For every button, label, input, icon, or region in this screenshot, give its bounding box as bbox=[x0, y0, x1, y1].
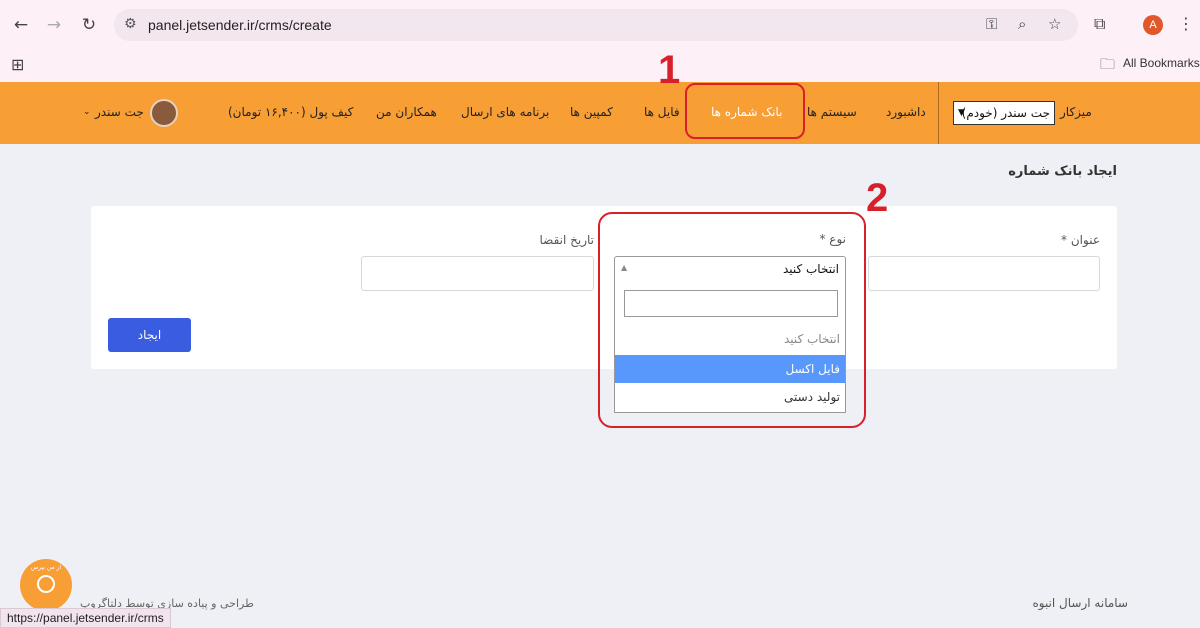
browser-toolbar: ← → ↻ ⚙ panel.jetsender.ir/crms/create ⚿… bbox=[0, 0, 1200, 50]
expiry-field-label: تاریخ انقضا bbox=[539, 233, 595, 247]
annotation-number-2: 2 bbox=[866, 176, 889, 220]
support-label: از من بپرس bbox=[30, 564, 62, 571]
back-arrow-icon[interactable]: ← bbox=[10, 14, 32, 36]
status-bar-url: https://panel.jetsender.ir/crms bbox=[0, 608, 171, 628]
forward-arrow-icon[interactable]: → bbox=[43, 14, 65, 36]
nav-send-schedules[interactable]: برنامه های ارسال bbox=[461, 105, 549, 119]
support-chat-button[interactable]: از من بپرس bbox=[20, 559, 72, 611]
nav-dashboard[interactable]: داشبورد bbox=[886, 105, 926, 119]
reload-icon[interactable]: ↻ bbox=[78, 14, 100, 36]
apps-grid-icon[interactable]: ⊞ bbox=[11, 55, 24, 74]
nav-systems[interactable]: سیستم ها bbox=[807, 105, 857, 119]
user-chevron-down-icon[interactable]: ⌄ bbox=[83, 107, 91, 117]
folder-icon[interactable]: 🗀 bbox=[1100, 54, 1115, 79]
annotation-box-1 bbox=[685, 83, 805, 139]
url-text[interactable]: panel.jetsender.ir/crms/create bbox=[148, 17, 332, 33]
avatar[interactable] bbox=[150, 99, 178, 127]
site-settings-icon[interactable]: ⚙ bbox=[124, 16, 137, 32]
address-bar[interactable]: ⚙ panel.jetsender.ir/crms/create ⚿ ⌕ ☆ bbox=[114, 9, 1078, 41]
all-bookmarks-link[interactable]: All Bookmarks bbox=[1123, 56, 1200, 70]
annotation-box-2 bbox=[598, 212, 866, 428]
chevron-down-icon: ▼ bbox=[958, 108, 965, 118]
expiry-date-input[interactable] bbox=[361, 256, 594, 291]
page-title: ایجاد بانک شماره bbox=[1008, 164, 1117, 179]
password-key-icon[interactable]: ⚿ bbox=[986, 15, 997, 33]
brand-label[interactable]: میزکار bbox=[1060, 105, 1092, 119]
nav-wallet[interactable]: کیف پول (۱۶,۴۰۰ تومان) bbox=[228, 105, 353, 119]
account-select-value: جت سندر (خودم) bbox=[961, 106, 1050, 120]
create-button[interactable]: ایجاد bbox=[108, 318, 191, 352]
browser-menu-icon[interactable]: ⋮ bbox=[1178, 14, 1194, 33]
title-field-label: عنوان * bbox=[1061, 233, 1100, 247]
footer-site-name: سامانه ارسال انبوه bbox=[1032, 596, 1128, 610]
bookmarks-bar: ⊞ 🗀 All Bookmarks bbox=[0, 50, 1200, 82]
app-header: میزکار ▼ جت سندر (خودم) داشبورد سیستم ها… bbox=[0, 82, 1200, 144]
bookmark-star-icon[interactable]: ☆ bbox=[1048, 15, 1061, 33]
header-divider bbox=[938, 82, 939, 144]
profile-avatar[interactable]: A bbox=[1143, 15, 1163, 35]
user-name[interactable]: جت سندر bbox=[95, 105, 144, 119]
account-select[interactable]: ▼ جت سندر (خودم) bbox=[953, 101, 1055, 125]
support-agent-icon bbox=[37, 575, 55, 593]
title-input[interactable] bbox=[868, 256, 1100, 291]
zoom-icon[interactable]: ⌕ bbox=[1018, 15, 1026, 33]
nav-files[interactable]: فایل ها bbox=[644, 105, 680, 119]
annotation-number-1: 1 bbox=[658, 48, 681, 92]
nav-colleagues[interactable]: همکاران من bbox=[376, 105, 437, 119]
extensions-icon[interactable]: ⧉ bbox=[1094, 14, 1105, 34]
nav-campaigns[interactable]: کمپین ها bbox=[570, 105, 613, 119]
